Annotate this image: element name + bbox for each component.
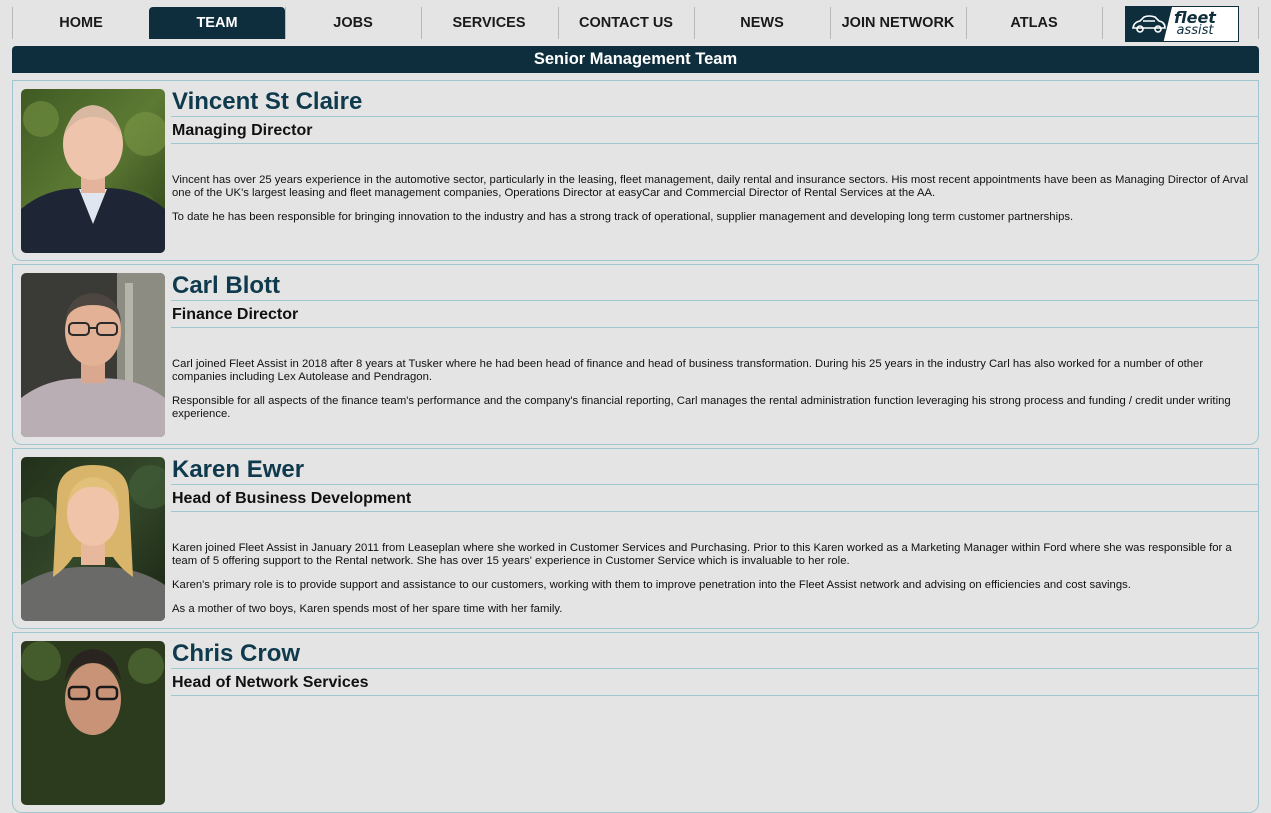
section-title: Senior Management Team	[12, 46, 1259, 73]
fleet-assist-logo[interactable]: fleet assist	[1125, 6, 1239, 42]
bio-paragraph: Karen's primary role is to provide suppo…	[172, 579, 1131, 591]
team-member-role: Head of Business Development	[172, 490, 412, 507]
nav-separator	[1258, 7, 1259, 39]
team-member-role: Head of Network Services	[172, 674, 369, 691]
team-member-photo	[21, 457, 165, 621]
team-member-bio: Vincent has over 25 years experience in …	[172, 174, 1250, 235]
nav-item-news[interactable]: NEWS	[694, 7, 830, 39]
nav-item-home[interactable]: HOME	[13, 7, 149, 39]
team-member-photo	[21, 641, 165, 805]
bio-paragraph: Vincent has over 25 years experience in …	[172, 174, 1249, 199]
team-member-bio: Carl joined Fleet Assist in 2018 after 8…	[172, 358, 1250, 432]
bio-paragraph: Karen joined Fleet Assist in January 201…	[172, 542, 1232, 567]
divider	[171, 511, 1258, 512]
divider	[171, 143, 1258, 144]
bio-paragraph: To date he has been responsible for brin…	[172, 211, 1074, 223]
divider	[171, 484, 1258, 485]
logo-wordmark: fleet assist	[1174, 10, 1216, 38]
divider	[171, 668, 1258, 669]
team-member-role: Managing Director	[172, 122, 313, 139]
bio-paragraph: Carl joined Fleet Assist in 2018 after 8…	[172, 358, 1204, 383]
team-member-photo	[21, 273, 165, 437]
team-member-role: Finance Director	[172, 306, 299, 323]
nav-item-atlas[interactable]: ATLAS	[966, 7, 1102, 39]
team-member-card: Carl Blott Finance Director Carl joined …	[12, 264, 1259, 445]
team-member-name: Vincent St Claire	[172, 88, 363, 115]
team-member-name: Karen Ewer	[172, 456, 305, 483]
team-member-card: Karen Ewer Head of Business Development …	[12, 448, 1259, 629]
team-member-bio: Karen joined Fleet Assist in January 201…	[172, 542, 1250, 627]
divider	[171, 695, 1258, 696]
team-member-name: Carl Blott	[172, 272, 280, 299]
nav-item-jobs[interactable]: JOBS	[285, 7, 421, 39]
team-member-card: Vincent St Claire Managing Director Vinc…	[12, 80, 1259, 261]
team-member-card: Chris Crow Head of Network Services	[12, 632, 1259, 813]
bio-paragraph: Responsible for all aspects of the finan…	[172, 395, 1231, 420]
divider	[171, 327, 1258, 328]
nav-item-join-network[interactable]: JOIN NETWORK	[830, 7, 966, 39]
nav-separator	[1102, 7, 1103, 39]
car-icon	[1126, 7, 1172, 41]
team-member-name: Chris Crow	[172, 640, 301, 667]
nav-item-team[interactable]: TEAM	[149, 7, 285, 39]
team-member-photo	[21, 89, 165, 253]
top-navigation: HOME TEAM JOBS SERVICES CONTACT US NEWS …	[0, 0, 1271, 44]
logo-line-2: assist	[1176, 23, 1214, 38]
nav-item-contact-us[interactable]: CONTACT US	[558, 7, 694, 39]
divider	[171, 300, 1258, 301]
nav-item-services[interactable]: SERVICES	[421, 7, 557, 39]
bio-paragraph: As a mother of two boys, Karen spends mo…	[172, 603, 563, 615]
divider	[171, 116, 1258, 117]
